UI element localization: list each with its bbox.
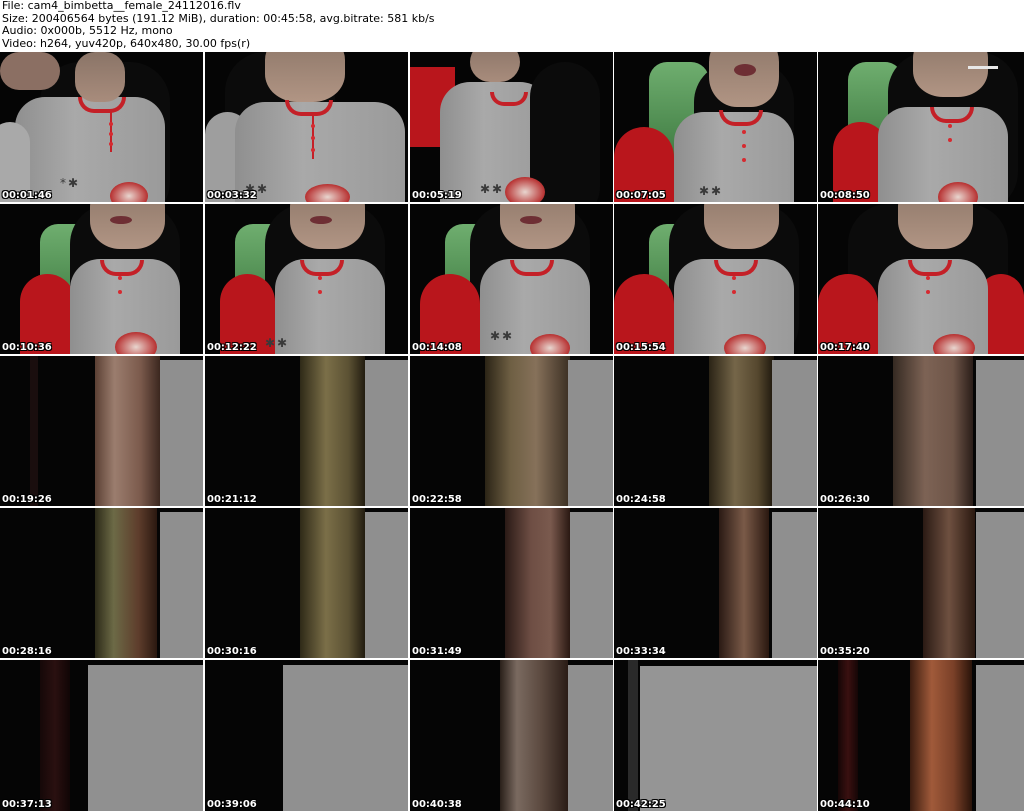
thumbnail-timestamp: 00:35:20: [820, 646, 870, 657]
thumbnail[interactable]: ✱✱ 00:03:32: [205, 52, 408, 202]
thumbnail-grid: *✱ 00:01:46 ✱✱ 00:03:32 ✱✱ 00:05:19 ✱✱ 0…: [0, 50, 1024, 811]
video-info-line: Video: h264, yuv420p, 640x480, 30.00 fps…: [2, 36, 251, 50]
thumbnail[interactable]: 00:22:58: [410, 356, 613, 506]
thumbnail[interactable]: 00:30:16: [205, 508, 408, 658]
thumbnail[interactable]: ✱✱ 00:12:22: [205, 204, 408, 354]
thumbnail[interactable]: *✱ 00:01:46: [0, 52, 203, 202]
thumbnail[interactable]: 00:33:34: [614, 508, 817, 658]
thumbnail[interactable]: 00:31:49: [410, 508, 613, 658]
thumbnail[interactable]: 00:28:16: [0, 508, 203, 658]
thumbnail[interactable]: 00:15:54: [614, 204, 817, 354]
thumbnail[interactable]: ✱✱ 00:05:19: [410, 52, 613, 202]
thumbnail[interactable]: 00:10:36: [0, 204, 203, 354]
thumbnail-timestamp: 00:19:26: [2, 494, 52, 505]
thumbnail[interactable]: 00:19:26: [0, 356, 203, 506]
thumbnail-timestamp: 00:33:34: [616, 646, 666, 657]
thumbnail[interactable]: 00:39:06: [205, 660, 408, 811]
thumbnail[interactable]: 00:21:12: [205, 356, 408, 506]
thumbnail[interactable]: 00:26:30: [818, 356, 1024, 506]
thumbnail[interactable]: 00:08:50: [818, 52, 1024, 202]
thumbnail[interactable]: 00:42:25: [614, 660, 817, 811]
thumbnail-timestamp: 00:42:25: [616, 799, 666, 810]
thumbnail-timestamp: 00:12:22: [207, 342, 257, 353]
thumbnail-timestamp: 00:26:30: [820, 494, 870, 505]
thumbnail[interactable]: 00:44:10: [818, 660, 1024, 811]
thumbnail[interactable]: 00:40:38: [410, 660, 613, 811]
thumbnail-timestamp: 00:15:54: [616, 342, 666, 353]
thumbnail-timestamp: 00:22:58: [412, 494, 462, 505]
thumbnail-timestamp: 00:17:40: [820, 342, 870, 353]
thumbnail[interactable]: 00:24:58: [614, 356, 817, 506]
thumbnail[interactable]: 00:17:40: [818, 204, 1024, 354]
file-info-header: File: cam4_bimbetta__female_24112016.flv…: [0, 0, 1024, 50]
audio-info-line: Audio: 0x000b, 5512 Hz, mono: [2, 24, 173, 37]
thumbnail[interactable]: 00:35:20: [818, 508, 1024, 658]
thumbnail-timestamp: 00:28:16: [2, 646, 52, 657]
thumbnail-timestamp: 00:01:46: [2, 190, 52, 201]
thumbnail-timestamp: 00:31:49: [412, 646, 462, 657]
thumbnail-timestamp: 00:05:19: [412, 190, 462, 201]
thumbnail[interactable]: ✱✱ 00:14:08: [410, 204, 613, 354]
thumbnail-timestamp: 00:24:58: [616, 494, 666, 505]
file-name-line: File: cam4_bimbetta__female_24112016.flv: [2, 0, 241, 12]
thumbnail-timestamp: 00:39:06: [207, 799, 257, 810]
thumbnail[interactable]: ✱✱ 00:07:05: [614, 52, 817, 202]
thumbnail-timestamp: 00:44:10: [820, 799, 870, 810]
thumbnail-timestamp: 00:37:13: [2, 799, 52, 810]
thumbnail-timestamp: 00:30:16: [207, 646, 257, 657]
thumbnail-timestamp: 00:40:38: [412, 799, 462, 810]
thumbnail-timestamp: 00:10:36: [2, 342, 52, 353]
thumbnail-timestamp: 00:07:05: [616, 190, 666, 201]
thumbnail-timestamp: 00:03:32: [207, 190, 257, 201]
thumbnail-timestamp: 00:08:50: [820, 190, 870, 201]
thumbnail-timestamp: 00:14:08: [412, 342, 462, 353]
thumbnail[interactable]: 00:37:13: [0, 660, 203, 811]
thumbnail-timestamp: 00:21:12: [207, 494, 257, 505]
